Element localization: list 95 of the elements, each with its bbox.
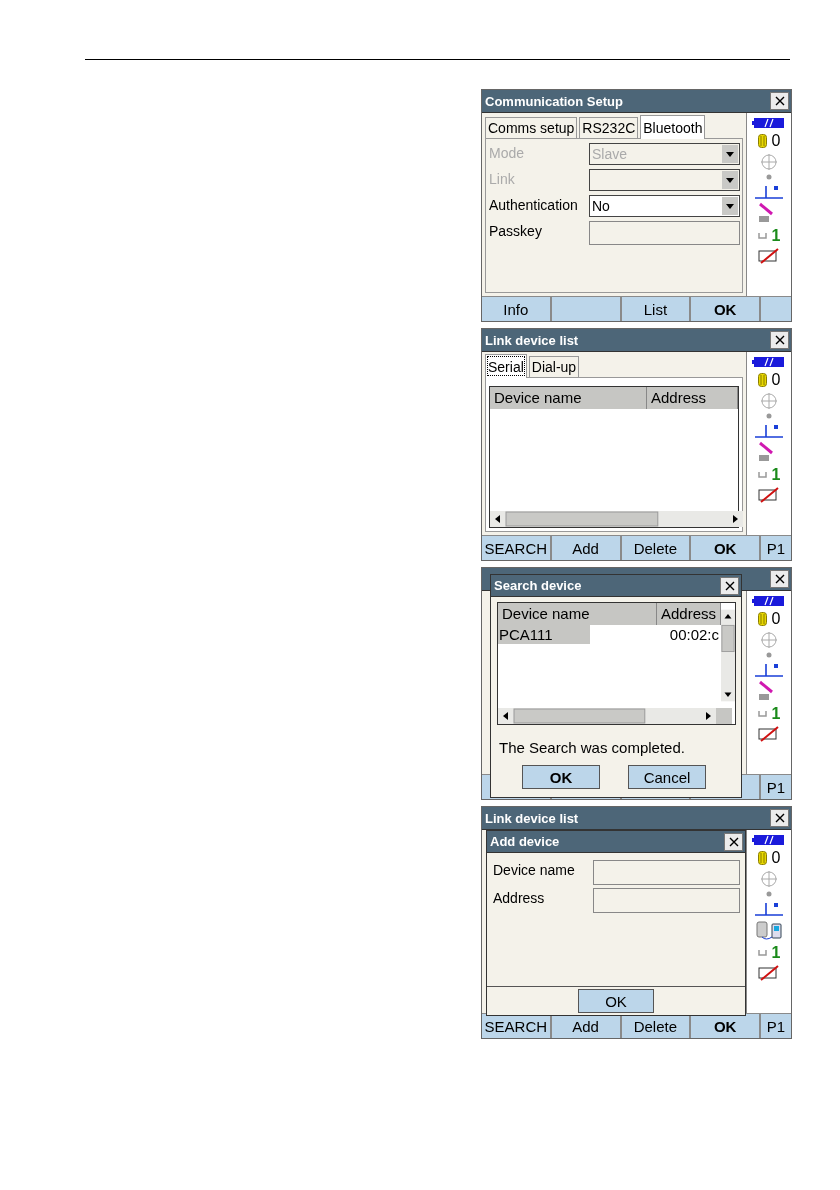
close-icon <box>774 813 785 823</box>
close-icon <box>774 335 785 345</box>
face-number: 1 <box>771 705 781 723</box>
softkey[interactable]: Info <box>482 297 550 321</box>
softkey[interactable]: SEARCH <box>482 536 550 560</box>
point-count: 0 <box>771 132 781 150</box>
face-number: 1 <box>771 944 781 962</box>
crosshair-icon <box>760 153 778 171</box>
window-title: Link device list <box>485 810 579 826</box>
caret-icon <box>722 197 738 215</box>
crosshair-icon <box>760 631 778 649</box>
softkey[interactable]: Add <box>551 1014 620 1038</box>
window-title: Link device list <box>485 332 579 348</box>
close-button[interactable] <box>770 331 789 349</box>
battery-icon <box>752 834 786 846</box>
input-field[interactable] <box>589 221 740 245</box>
softkey[interactable]: OK <box>691 297 759 321</box>
crossed-card-icon <box>758 487 780 503</box>
horizontal-scrollbar[interactable] <box>490 511 743 527</box>
bracket-icon <box>757 233 767 239</box>
prism-constant-icon <box>754 900 784 916</box>
battery-icon <box>752 356 786 368</box>
softkey[interactable]: P1 <box>761 536 791 560</box>
softkey[interactable]: OK <box>691 536 759 560</box>
tab[interactable]: Comms setup <box>485 117 578 138</box>
field-label: Mode <box>489 144 526 161</box>
crosshair-icon <box>760 870 778 888</box>
table-cell[interactable]: PCA111 <box>498 625 590 644</box>
close-button[interactable] <box>720 576 739 595</box>
field-label: Authentication <box>489 196 579 213</box>
ok-button[interactable]: OK <box>578 989 654 1013</box>
close-icon <box>728 836 739 847</box>
prism-constant-icon <box>754 422 784 438</box>
window-title: Add device <box>490 834 560 849</box>
field-label: Link <box>489 170 516 187</box>
dropdown-field[interactable]: No <box>589 195 740 217</box>
close-icon <box>724 580 735 591</box>
close-button[interactable] <box>770 92 789 110</box>
dot-icon <box>766 652 772 658</box>
close-button[interactable] <box>770 809 789 827</box>
close-icon <box>774 574 785 584</box>
softkey[interactable]: Delete <box>621 1014 690 1038</box>
input-field[interactable] <box>593 888 740 913</box>
tab[interactable]: Serial <box>485 354 527 378</box>
field-label: Device name <box>493 861 576 878</box>
point-count: 0 <box>771 610 781 628</box>
point-count: 0 <box>771 371 781 389</box>
memory-icon <box>757 612 767 626</box>
tab[interactable]: Dial-up <box>528 356 580 377</box>
memory-icon <box>757 134 767 148</box>
input-field[interactable] <box>593 860 740 885</box>
memory-icon <box>757 373 767 387</box>
softkey[interactable]: P1 <box>761 1014 791 1038</box>
dialog-button[interactable]: OK <box>522 765 600 789</box>
battery-icon <box>752 117 786 129</box>
bracket-icon <box>757 472 767 478</box>
caret-icon <box>722 171 738 189</box>
memory-icon <box>757 851 767 865</box>
face-number: 1 <box>771 227 781 245</box>
softkey[interactable]: OK <box>691 1014 759 1038</box>
close-button[interactable] <box>770 570 789 588</box>
battery-icon <box>752 595 786 607</box>
window-title: Search device <box>494 578 582 593</box>
status-message: The Search was completed. <box>499 739 686 756</box>
point-count: 0 <box>771 849 781 867</box>
dot-icon <box>766 891 772 897</box>
crosshair-icon <box>760 392 778 410</box>
dot-icon <box>766 174 772 180</box>
window-title: Communication Setup <box>485 93 623 109</box>
caret-icon <box>722 145 738 163</box>
scrollbar-corner <box>716 708 732 724</box>
dialog-button[interactable]: Cancel <box>628 765 706 789</box>
crossed-card-icon <box>758 248 780 264</box>
close-button[interactable] <box>724 832 743 851</box>
softkey[interactable]: Add <box>551 536 620 560</box>
field-label: Passkey <box>489 222 543 239</box>
crossed-card-icon <box>758 726 780 742</box>
dot-icon <box>766 413 772 419</box>
bracket-icon <box>757 950 767 956</box>
table-cell[interactable]: 00:02:c <box>650 625 722 644</box>
bracket-icon <box>757 711 767 717</box>
softkey[interactable]: SEARCH <box>482 1014 550 1038</box>
field-label: Address <box>493 889 546 906</box>
softkey[interactable]: P1 <box>761 775 791 799</box>
instrument-link-icon <box>756 919 782 941</box>
crossed-card-icon <box>758 965 780 981</box>
face-number: 1 <box>771 466 781 484</box>
softkey[interactable]: Delete <box>621 536 690 560</box>
close-icon <box>774 96 785 106</box>
tab[interactable]: Bluetooth <box>640 115 706 139</box>
prism-constant-icon <box>754 183 784 199</box>
prism-constant-icon <box>754 661 784 677</box>
softkey[interactable]: List <box>621 297 690 321</box>
horizontal-scrollbar[interactable] <box>498 708 716 724</box>
tab[interactable]: RS232C <box>579 117 639 138</box>
